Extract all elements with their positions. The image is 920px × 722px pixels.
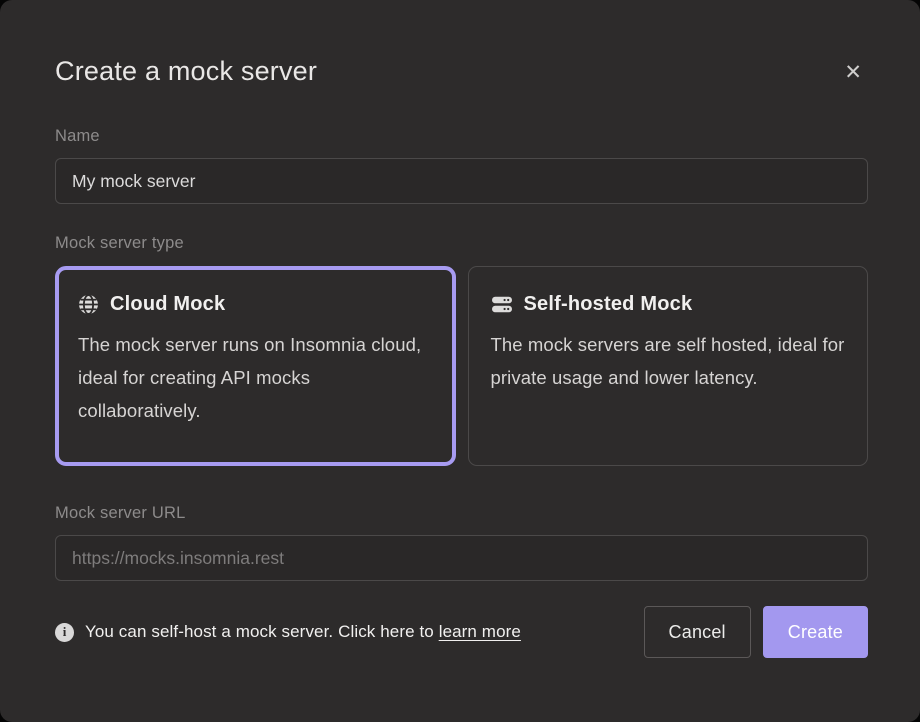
footer-info-text-plain: You can self-host a mock server. Click h… (85, 622, 434, 641)
card-head: Cloud Mock (78, 293, 433, 316)
mock-type-card-cloud[interactable]: Cloud Mock The mock server runs on Insom… (55, 266, 456, 466)
card-title-cloud: Cloud Mock (110, 293, 225, 316)
card-title-self-hosted: Self-hosted Mock (524, 293, 693, 316)
learn-more-link[interactable]: learn more (439, 622, 521, 641)
server-icon (491, 294, 513, 315)
mock-server-url-input[interactable] (55, 535, 868, 581)
close-icon[interactable]: ✕ (838, 58, 868, 87)
mock-type-cards: Cloud Mock The mock server runs on Insom… (55, 266, 868, 466)
mock-type-card-self-hosted[interactable]: Self-hosted Mock The mock servers are se… (468, 266, 869, 466)
create-button[interactable]: Create (763, 606, 868, 658)
card-desc-self-hosted: The mock servers are self hosted, ideal … (491, 328, 846, 394)
footer-info-text: You can self-host a mock server. Click h… (85, 622, 521, 642)
dialog-header: Create a mock server ✕ (55, 56, 868, 87)
card-head: Self-hosted Mock (491, 293, 846, 316)
mock-server-url-label: Mock server URL (55, 504, 868, 523)
card-desc-cloud: The mock server runs on Insomnia cloud, … (78, 328, 433, 427)
mock-server-type-label: Mock server type (55, 234, 868, 253)
dialog-footer: i You can self-host a mock server. Click… (55, 606, 868, 658)
cancel-button[interactable]: Cancel (644, 606, 751, 658)
name-input[interactable] (55, 158, 868, 204)
footer-buttons: Cancel Create (644, 606, 868, 658)
name-label: Name (55, 127, 868, 146)
info-icon: i (55, 623, 74, 642)
globe-icon (78, 294, 99, 315)
dialog-title: Create a mock server (55, 56, 317, 87)
create-mock-server-dialog: Create a mock server ✕ Name Mock server … (0, 0, 920, 722)
